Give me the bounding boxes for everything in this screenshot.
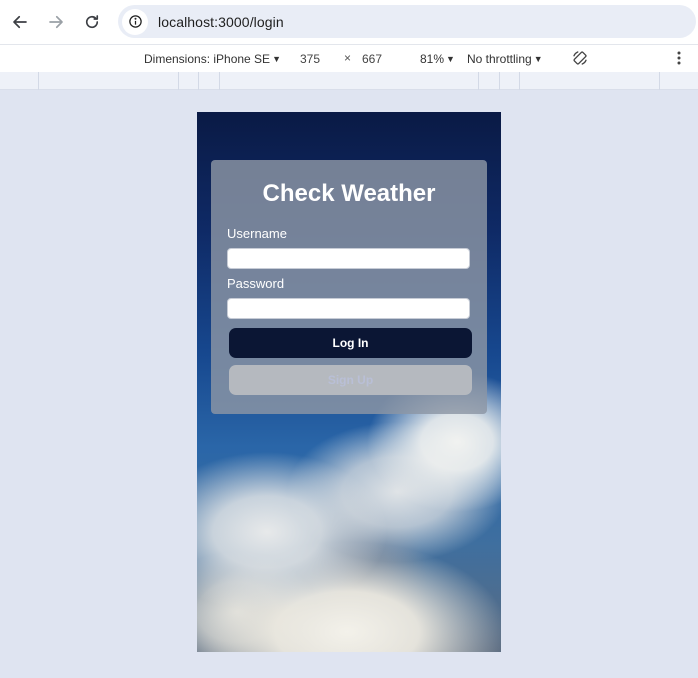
zoom-dropdown[interactable]: 81% ▼ xyxy=(420,52,455,66)
info-icon xyxy=(128,15,142,28)
width-input[interactable]: 375 xyxy=(300,52,320,66)
browser-toolbar: localhost:3000/login xyxy=(0,0,698,44)
zoom-label: 81% xyxy=(420,52,445,66)
media-query-tick xyxy=(499,72,500,90)
device-viewport: Check Weather Username Password Log In S… xyxy=(197,112,501,652)
more-vert-icon[interactable] xyxy=(674,50,684,66)
forward-button[interactable] xyxy=(38,4,74,40)
username-label: Username xyxy=(227,226,287,241)
login-button[interactable]: Log In xyxy=(229,328,472,358)
media-query-tick xyxy=(478,72,479,90)
caret-down-icon: ▼ xyxy=(533,54,543,64)
times-sign: × xyxy=(344,51,352,65)
arrow-left-icon xyxy=(13,15,27,29)
media-query-tick xyxy=(519,72,520,90)
caret-down-icon: ▼ xyxy=(272,54,281,64)
rotate-icon[interactable] xyxy=(571,49,589,67)
media-query-tick xyxy=(198,72,199,90)
height-input[interactable]: 667 xyxy=(362,52,382,66)
media-query-tick xyxy=(219,72,220,90)
caret-down-icon: ▼ xyxy=(446,54,455,64)
username-input[interactable] xyxy=(227,248,470,269)
url-text[interactable]: localhost:3000/login xyxy=(158,14,284,30)
login-card: Check Weather Username Password Log In S… xyxy=(211,160,487,414)
media-query-bar[interactable] xyxy=(0,72,698,90)
media-query-tick xyxy=(38,72,39,90)
media-query-tick xyxy=(178,72,179,90)
reload-icon xyxy=(85,15,99,29)
device-toolbar: Dimensions: iPhone SE ▼ 375 × 667 81% ▼ No… xyxy=(0,44,698,72)
dimensions-label: Dimensions: iPhone SE xyxy=(144,52,271,66)
page-title: Check Weather xyxy=(262,180,436,207)
signup-button[interactable]: Sign Up xyxy=(229,365,472,395)
back-button[interactable] xyxy=(2,4,38,40)
address-bar[interactable]: localhost:3000/login xyxy=(118,5,696,38)
password-input[interactable] xyxy=(227,298,470,319)
reload-button[interactable] xyxy=(74,4,110,40)
arrow-right-icon xyxy=(49,15,63,29)
throttling-label: No throttling xyxy=(467,52,532,66)
media-query-tick xyxy=(659,72,660,90)
site-info-button[interactable] xyxy=(122,8,148,35)
throttling-dropdown[interactable]: No throttling ▼ xyxy=(467,52,543,66)
password-label: Password xyxy=(227,276,285,291)
dimensions-dropdown[interactable]: Dimensions: iPhone SE ▼ xyxy=(144,52,281,66)
